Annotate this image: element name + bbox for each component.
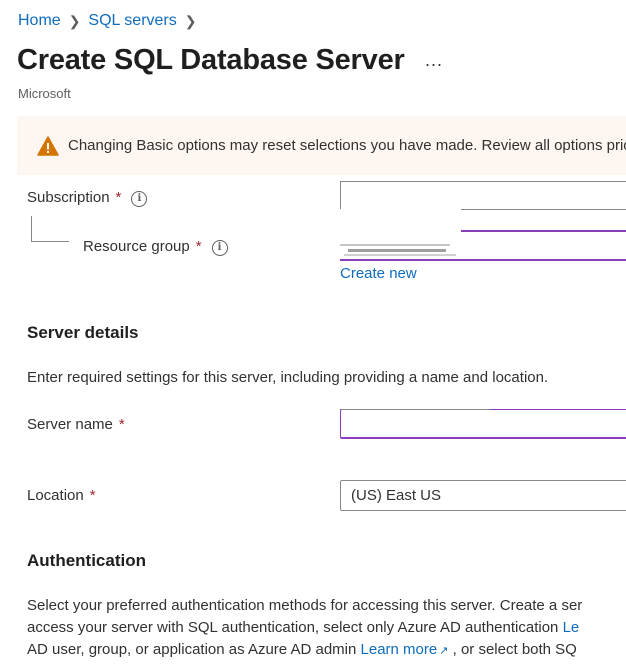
- authentication-description-line3: AD user, group, or application as Azure …: [27, 639, 577, 662]
- authentication-description-line1: Select your preferred authentication met…: [27, 597, 583, 614]
- page-title: Create SQL Database Server: [17, 44, 405, 76]
- server-name-input-top: [340, 409, 490, 410]
- warning-text: Changing Basic options may reset selecti…: [68, 137, 626, 154]
- resource-group-dropdown-focus: [461, 230, 626, 232]
- subscription-label: Subscription * i: [27, 189, 148, 207]
- warning-icon: [37, 136, 59, 156]
- learn-more-link[interactable]: Learn more ↗: [361, 641, 449, 658]
- server-name-label-text: Server name: [27, 416, 113, 433]
- required-marker: *: [118, 416, 125, 433]
- warning-banner: Changing Basic options may reset selecti…: [17, 116, 626, 175]
- resource-group-dropdown[interactable]: [340, 242, 460, 258]
- more-options-button[interactable]: ...: [425, 50, 443, 71]
- location-value: (US) East US: [351, 487, 442, 504]
- breadcrumb-chevron-icon: ❯: [184, 12, 197, 29]
- authentication-line2-text: access your server with SQL authenticati…: [27, 619, 563, 636]
- breadcrumb-home[interactable]: Home: [18, 12, 61, 30]
- required-marker: *: [115, 189, 122, 206]
- subscription-label-text: Subscription: [27, 189, 110, 206]
- learn-more-text: Learn more: [360, 641, 438, 658]
- tree-connector: [31, 216, 32, 241]
- subscription-dropdown-top: [340, 181, 626, 182]
- server-name-label: Server name *: [27, 416, 125, 433]
- location-label-text: Location: [27, 487, 84, 504]
- authentication-line3-suffix: , or select both SQ: [448, 641, 577, 658]
- location-dropdown[interactable]: (US) East US: [340, 480, 626, 511]
- tree-connector: [31, 241, 69, 242]
- required-marker: *: [89, 487, 96, 504]
- info-icon[interactable]: i: [211, 240, 228, 256]
- location-label: Location *: [27, 487, 96, 504]
- breadcrumb-chevron-icon: ❯: [68, 12, 81, 29]
- create-new-link[interactable]: Create new: [340, 265, 417, 282]
- authentication-line3-text: AD user, group, or application as Azure …: [27, 641, 361, 658]
- server-details-heading: Server details: [27, 323, 139, 342]
- authentication-learn-link[interactable]: Le: [563, 619, 580, 636]
- subscription-dropdown-edge: [340, 181, 341, 209]
- authentication-description-line2: access your server with SQL authenticati…: [27, 617, 579, 639]
- server-details-description: Enter required settings for this server,…: [27, 369, 549, 386]
- required-marker: *: [195, 238, 202, 255]
- subscription-dropdown[interactable]: [461, 209, 626, 210]
- info-icon[interactable]: i: [131, 191, 148, 207]
- resource-group-label-text: Resource group: [83, 238, 190, 255]
- server-name-input[interactable]: [340, 409, 626, 439]
- resource-group-dropdown-underline: [340, 259, 626, 261]
- resource-group-label: Resource group * i: [83, 238, 228, 256]
- authentication-heading: Authentication: [27, 551, 146, 570]
- publisher-label: Microsoft: [18, 86, 71, 101]
- breadcrumb: Home ❯ SQL servers ❯: [18, 12, 204, 30]
- breadcrumb-sql-servers[interactable]: SQL servers: [88, 12, 176, 30]
